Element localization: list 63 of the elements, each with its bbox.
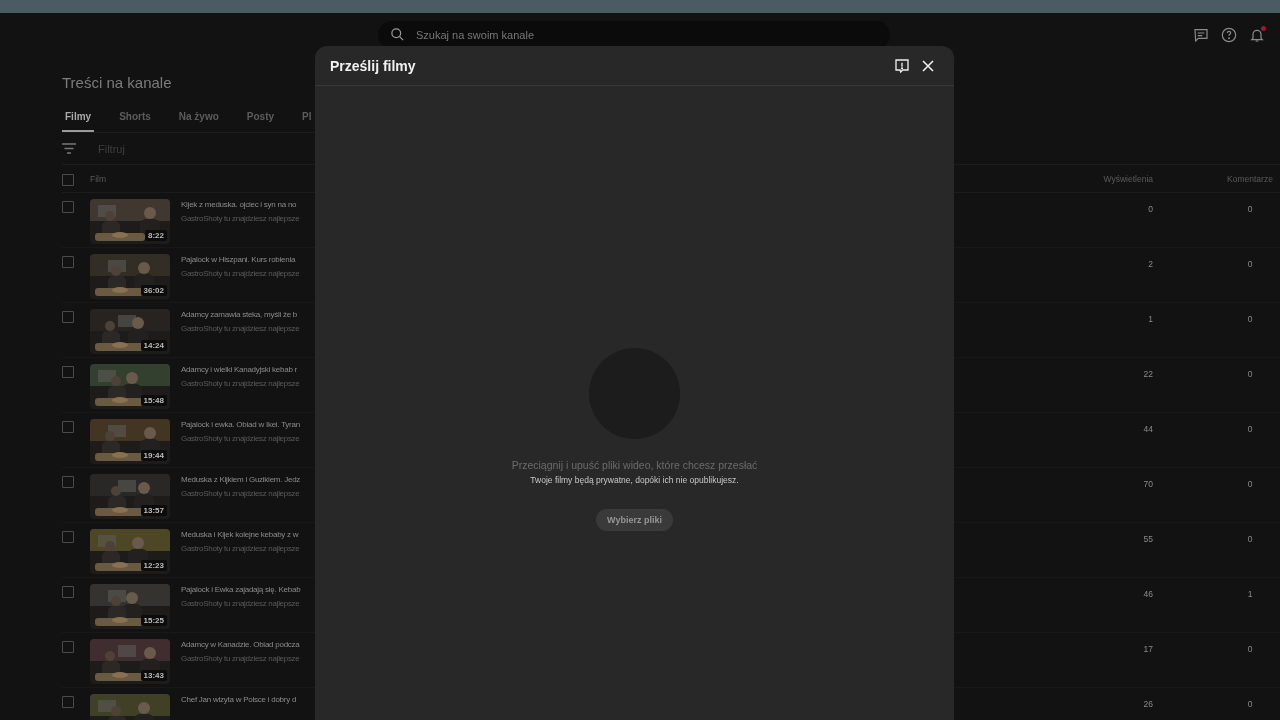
row-checkbox[interactable] bbox=[62, 641, 74, 653]
comments-count: 0 bbox=[1246, 643, 1254, 654]
video-title[interactable]: Adamcy w Kanadzie. Obiad podcza bbox=[181, 640, 300, 649]
views-count: 46 bbox=[1142, 588, 1153, 599]
duration-badge: 36:02 bbox=[140, 285, 167, 296]
tab[interactable]: Filmy bbox=[62, 106, 95, 132]
video-title[interactable]: Pajalock i ewka. Obiad w Ikei. Tyran bbox=[181, 420, 300, 429]
row-checkbox[interactable] bbox=[62, 531, 74, 543]
views-count: 2 bbox=[1147, 258, 1153, 269]
help-icon[interactable] bbox=[1220, 26, 1238, 44]
comments-count: 0 bbox=[1246, 533, 1254, 544]
views-count: 26 bbox=[1142, 698, 1153, 709]
row-checkbox[interactable] bbox=[62, 586, 74, 598]
row-checkbox[interactable] bbox=[62, 421, 74, 433]
row-checkbox[interactable] bbox=[62, 476, 74, 488]
views-count: 70 bbox=[1142, 478, 1153, 489]
comments-count: 0 bbox=[1246, 423, 1254, 434]
comments-count: 1 bbox=[1246, 588, 1254, 599]
video-title[interactable]: Adamcy i wielki Kanadyjski kebab r bbox=[181, 365, 297, 374]
search-field[interactable]: Szukaj na swoim kanale bbox=[378, 21, 890, 49]
bell-icon[interactable] bbox=[1248, 26, 1266, 44]
video-title[interactable]: Meduska i Kijek kolejne kebaby z w bbox=[181, 530, 299, 539]
duration-badge: 13:57 bbox=[140, 505, 167, 516]
duration-badge: 12:23 bbox=[140, 560, 167, 571]
video-title[interactable]: Pajalock i Ewka zajadają się. Kebab bbox=[181, 585, 301, 594]
feedback-icon[interactable] bbox=[1192, 26, 1210, 44]
comments-count: 0 bbox=[1246, 698, 1254, 709]
video-title[interactable]: Adamcy zamawia steka, myśli że b bbox=[181, 310, 298, 319]
views-count: 22 bbox=[1142, 368, 1153, 379]
duration-badge: 15:25 bbox=[140, 615, 167, 626]
views-count: 0 bbox=[1147, 203, 1153, 214]
feedback-icon[interactable] bbox=[894, 57, 910, 74]
row-checkbox[interactable] bbox=[62, 201, 74, 213]
views-count: 17 bbox=[1142, 643, 1153, 654]
video-title[interactable]: Pajalock w Hiszpani. Kurs robienia bbox=[181, 255, 296, 264]
search-icon bbox=[390, 27, 405, 42]
select-all-checkbox[interactable] bbox=[62, 173, 74, 186]
privacy-note: Twoje filmy będą prywatne, dopóki ich nie opublikujesz. bbox=[530, 475, 739, 485]
close-icon[interactable] bbox=[922, 59, 934, 72]
page-title: Treści na kanale bbox=[62, 74, 173, 91]
row-checkbox[interactable] bbox=[62, 311, 74, 323]
comments-count: 0 bbox=[1246, 478, 1254, 489]
comments-count: 0 bbox=[1246, 258, 1254, 269]
duration-badge: 8:22 bbox=[145, 230, 167, 241]
row-checkbox[interactable] bbox=[62, 256, 74, 268]
views-count: 44 bbox=[1142, 423, 1153, 434]
row-checkbox[interactable] bbox=[62, 366, 74, 378]
filter-icon[interactable] bbox=[62, 143, 76, 154]
duration-badge: 13:43 bbox=[140, 670, 167, 681]
video-title[interactable]: Kijek z meduska. ojciec i syn na no bbox=[181, 200, 297, 209]
views-count: 55 bbox=[1142, 533, 1153, 544]
views-count: 1 bbox=[1147, 313, 1153, 324]
comments-count: 0 bbox=[1246, 203, 1254, 214]
select-files-button[interactable]: Wybierz pliki bbox=[596, 509, 673, 531]
dialog-title: Prześlij filmy bbox=[330, 57, 416, 74]
duration-badge: 14:24 bbox=[140, 340, 167, 351]
comments-count: 0 bbox=[1246, 313, 1254, 324]
row-checkbox[interactable] bbox=[62, 696, 74, 708]
duration-badge: 15:48 bbox=[140, 395, 167, 406]
video-title[interactable]: Meduska z Kijkiem i Guzikiem. Jedz bbox=[181, 475, 301, 484]
video-title[interactable]: Chef Jan wizyta w Polsce i dobry d bbox=[181, 695, 297, 704]
duration-badge: 19:44 bbox=[140, 450, 167, 461]
comments-count: 0 bbox=[1246, 368, 1254, 379]
